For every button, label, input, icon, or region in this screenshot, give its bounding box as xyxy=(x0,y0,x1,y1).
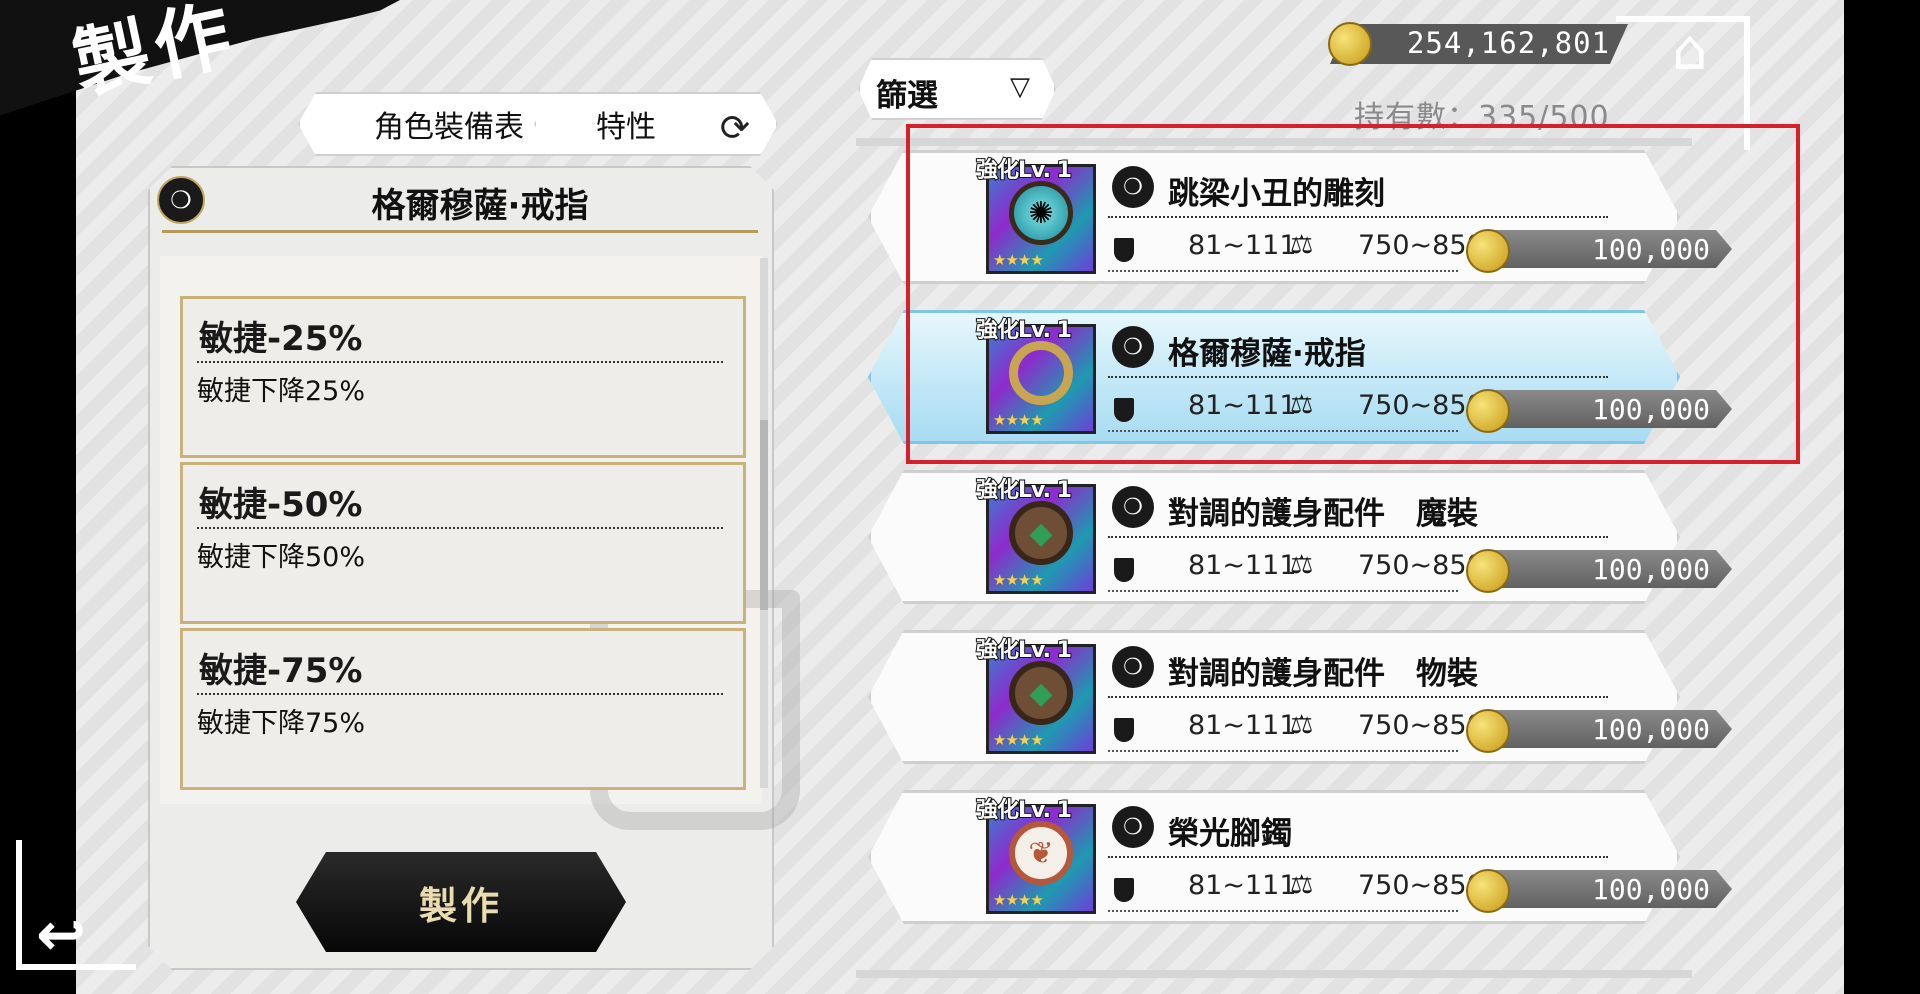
gold-coin-icon xyxy=(1466,869,1510,913)
item-rarity-stars: ★★★★ xyxy=(993,731,1044,749)
home-icon[interactable]: ⌂ xyxy=(1672,18,1708,83)
currency-value: 254,162,801 xyxy=(1406,26,1610,60)
anklet-icon: ❦ xyxy=(1009,821,1073,885)
carving-icon: ✺ xyxy=(1009,181,1073,245)
item-rarity-stars: ★★★★ xyxy=(993,251,1044,269)
item-level: 強化Lv. 1 xyxy=(975,317,1073,344)
item-weight: 750~850 xyxy=(1358,390,1484,421)
weight-icon: ⚖ xyxy=(1290,870,1314,900)
trait-divider xyxy=(197,527,723,529)
tab-traits[interactable]: 特性 ⟳ xyxy=(534,92,778,156)
item-weight: 750~850 xyxy=(1358,550,1484,581)
swap-icon: ⟳ xyxy=(719,108,750,149)
owned-count: 持有數：335/500 xyxy=(1354,100,1610,135)
shield-icon xyxy=(1114,238,1134,262)
item-name: 跳梁小丑的雕刻 xyxy=(1168,176,1385,212)
item-name: 對調的護身配件 魔裝 xyxy=(1168,496,1478,532)
gold-coin-icon xyxy=(1466,229,1510,273)
necklace-ring-icon: ❍ xyxy=(1112,166,1154,208)
item-price: 100,000 xyxy=(1591,233,1710,266)
item-defense: 81~111 xyxy=(1188,390,1297,421)
weight-icon: ⚖ xyxy=(1290,710,1314,740)
trait-divider xyxy=(197,693,723,695)
shield-icon xyxy=(1114,718,1134,742)
item-divider xyxy=(1108,590,1458,592)
trait-scrollbar-thumb[interactable] xyxy=(760,420,768,610)
triangle-down-icon[interactable]: ▽ xyxy=(1010,72,1030,102)
item-divider xyxy=(1108,270,1458,272)
item-divider xyxy=(1108,856,1608,858)
ring-icon xyxy=(1009,341,1073,405)
trait-card: 敏捷-25% 敏捷下降25% xyxy=(180,296,746,458)
craft-button[interactable]: 製作 xyxy=(296,852,626,952)
shield-icon xyxy=(1114,558,1134,582)
shield-icon xyxy=(1114,398,1134,422)
gold-coin-icon xyxy=(1466,549,1510,593)
item-rarity-stars: ★★★★ xyxy=(993,891,1044,909)
item-defense: 81~111 xyxy=(1188,870,1297,901)
filter-label[interactable]: 篩選 xyxy=(876,70,938,115)
item-price: 100,000 xyxy=(1591,553,1710,586)
tab-traits-label: 特性 xyxy=(596,110,656,145)
item-price: 100,000 xyxy=(1591,393,1710,426)
trait-card: 敏捷-50% 敏捷下降50% xyxy=(180,462,746,624)
item-defense: 81~111 xyxy=(1188,710,1297,741)
return-arrow-icon[interactable]: ↩ xyxy=(36,900,86,970)
detail-divider xyxy=(162,230,758,233)
item-divider xyxy=(1108,430,1458,432)
item-weight: 750~850 xyxy=(1358,230,1484,261)
trait-description: 敏捷下降25% xyxy=(197,376,366,407)
item-divider xyxy=(1108,216,1608,218)
amulet-icon: ◆ xyxy=(1009,661,1073,725)
item-rarity-stars: ★★★★ xyxy=(993,571,1044,589)
trait-description: 敏捷下降50% xyxy=(197,542,366,573)
item-level: 強化Lv. 1 xyxy=(975,477,1073,504)
item-weight: 750~850 xyxy=(1358,870,1484,901)
item-divider xyxy=(1108,536,1608,538)
shield-icon xyxy=(1114,878,1134,902)
item-rarity-stars: ★★★★ xyxy=(993,411,1044,429)
gold-coin-icon xyxy=(1466,709,1510,753)
item-level: 強化Lv. 1 xyxy=(975,797,1073,824)
item-name: 榮光腳鐲 xyxy=(1168,816,1292,852)
gold-coin-icon xyxy=(1328,22,1372,66)
trait-description: 敏捷下降75% xyxy=(197,708,366,739)
trait-name: 敏捷-75% xyxy=(199,651,363,691)
necklace-ring-icon: ❍ xyxy=(1112,326,1154,368)
item-defense: 81~111 xyxy=(1188,550,1297,581)
weight-icon: ⚖ xyxy=(1290,390,1314,420)
detail-title: 格爾穆薩·戒指 xyxy=(371,186,589,226)
trait-name: 敏捷-25% xyxy=(199,319,363,359)
trait-name: 敏捷-50% xyxy=(199,485,363,525)
item-level: 強化Lv. 1 xyxy=(975,637,1073,664)
necklace-ring-icon: ❍ xyxy=(1112,486,1154,528)
item-weight: 750~850 xyxy=(1358,710,1484,741)
necklace-ring-icon: ❍ xyxy=(1112,646,1154,688)
gold-coin-icon xyxy=(1466,389,1510,433)
necklace-ring-icon: ❍ xyxy=(1112,806,1154,848)
item-price: 100,000 xyxy=(1591,873,1710,906)
weight-icon: ⚖ xyxy=(1290,550,1314,580)
item-name: 格爾穆薩·戒指 xyxy=(1168,336,1366,372)
item-price: 100,000 xyxy=(1591,713,1710,746)
weight-icon: ⚖ xyxy=(1290,230,1314,260)
item-divider xyxy=(1108,376,1608,378)
item-level: 強化Lv. 1 xyxy=(975,157,1073,184)
item-divider xyxy=(1108,750,1458,752)
necklace-ring-icon: ❍ xyxy=(157,176,205,224)
trait-card: 敏捷-75% 敏捷下降75% xyxy=(180,628,746,790)
item-defense: 81~111 xyxy=(1188,230,1297,261)
item-divider xyxy=(1108,696,1608,698)
item-name: 對調的護身配件 物裝 xyxy=(1168,656,1478,692)
trait-divider xyxy=(197,361,723,363)
item-divider xyxy=(1108,910,1458,912)
amulet-icon: ◆ xyxy=(1009,501,1073,565)
